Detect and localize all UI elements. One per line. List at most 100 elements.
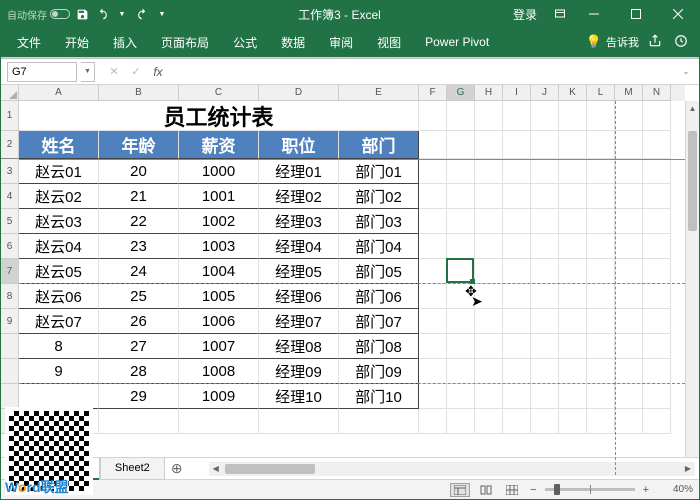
maximize-button[interactable] [615, 1, 657, 27]
cell[interactable] [475, 184, 503, 209]
table-header[interactable]: 职位 [259, 131, 339, 159]
table-cell[interactable]: 赵云02 [19, 184, 99, 209]
table-cell[interactable]: 经理03 [259, 209, 339, 234]
table-cell[interactable]: 1002 [179, 209, 259, 234]
cell[interactable] [419, 359, 447, 384]
cell[interactable] [179, 409, 259, 434]
name-box[interactable]: G7 [7, 62, 77, 82]
table-cell[interactable]: 25 [99, 284, 179, 309]
cell[interactable] [419, 209, 447, 234]
cell[interactable] [587, 309, 615, 334]
scroll-thumb[interactable] [688, 131, 697, 231]
cell[interactable] [531, 131, 559, 159]
table-cell[interactable]: 赵云05 [19, 259, 99, 284]
horizontal-scrollbar[interactable]: ◀ ▶ [209, 462, 695, 476]
cell[interactable] [615, 209, 643, 234]
table-cell[interactable]: 部门07 [339, 309, 419, 334]
tab-开始[interactable]: 开始 [53, 27, 101, 57]
table-cell[interactable]: 部门10 [339, 384, 419, 409]
table-cell[interactable]: 1008 [179, 359, 259, 384]
cell[interactable] [419, 131, 447, 159]
cell[interactable] [419, 159, 447, 184]
cell[interactable] [587, 334, 615, 359]
table-cell[interactable]: 22 [99, 209, 179, 234]
cell[interactable] [503, 259, 531, 284]
save-icon[interactable] [74, 6, 90, 22]
fx-icon[interactable]: fx [147, 65, 169, 79]
cell[interactable] [503, 359, 531, 384]
cell[interactable] [615, 384, 643, 409]
cell[interactable] [643, 159, 671, 184]
cell[interactable] [559, 259, 587, 284]
col-header-F[interactable]: F [419, 85, 447, 101]
cell[interactable] [503, 409, 531, 434]
col-header-I[interactable]: I [503, 85, 531, 101]
table-cell[interactable]: 1007 [179, 334, 259, 359]
history-icon[interactable] [671, 34, 691, 51]
cell[interactable] [503, 234, 531, 259]
table-cell[interactable]: 经理10 [259, 384, 339, 409]
login-button[interactable]: 登录 [503, 6, 547, 23]
cell[interactable] [615, 259, 643, 284]
cell[interactable] [475, 384, 503, 409]
cell[interactable] [419, 234, 447, 259]
cell[interactable] [419, 284, 447, 309]
cell[interactable] [615, 284, 643, 309]
table-cell[interactable]: 部门03 [339, 209, 419, 234]
cell[interactable] [447, 159, 475, 184]
undo-icon[interactable] [94, 6, 110, 22]
toggle-off-icon[interactable] [50, 9, 70, 19]
table-cell[interactable]: 29 [99, 384, 179, 409]
scroll-left-icon[interactable]: ◀ [209, 464, 223, 473]
cell[interactable] [559, 284, 587, 309]
table-cell[interactable]: 20 [99, 159, 179, 184]
select-all-corner[interactable] [1, 85, 19, 101]
cell[interactable] [475, 209, 503, 234]
cell[interactable] [531, 209, 559, 234]
cell[interactable] [447, 359, 475, 384]
cell[interactable] [615, 184, 643, 209]
ribbon-display-icon[interactable] [547, 8, 573, 20]
undo-dropdown-icon[interactable]: ▼ [114, 6, 130, 22]
table-cell[interactable]: 经理06 [259, 284, 339, 309]
cell[interactable] [587, 184, 615, 209]
cell[interactable] [559, 131, 587, 159]
cell[interactable] [587, 409, 615, 434]
cell[interactable] [419, 101, 447, 131]
cell[interactable] [559, 409, 587, 434]
cell[interactable] [559, 334, 587, 359]
cell[interactable] [559, 359, 587, 384]
col-header-M[interactable]: M [615, 85, 643, 101]
formula-cancel-icon[interactable]: ✕ [103, 62, 125, 82]
table-cell[interactable]: 经理02 [259, 184, 339, 209]
col-header-H[interactable]: H [475, 85, 503, 101]
tab-视图[interactable]: 视图 [365, 27, 413, 57]
cell[interactable] [447, 259, 475, 284]
cell[interactable] [419, 384, 447, 409]
table-cell[interactable]: 21 [99, 184, 179, 209]
cell[interactable] [587, 359, 615, 384]
redo-icon[interactable] [134, 6, 150, 22]
table-cell[interactable]: 27 [99, 334, 179, 359]
cell[interactable] [587, 131, 615, 159]
scroll-right-icon[interactable]: ▶ [681, 464, 695, 473]
cell[interactable] [643, 184, 671, 209]
cell[interactable] [643, 409, 671, 434]
table-cell[interactable]: 部门01 [339, 159, 419, 184]
name-box-dropdown-icon[interactable]: ▼ [81, 62, 95, 82]
cell[interactable] [531, 284, 559, 309]
row-header[interactable]: 8 [1, 284, 19, 309]
cell[interactable] [587, 159, 615, 184]
table-cell[interactable] [19, 384, 99, 409]
cell[interactable] [531, 334, 559, 359]
cell[interactable] [587, 284, 615, 309]
formula-input[interactable] [173, 62, 675, 82]
view-page-layout-icon[interactable] [476, 483, 496, 497]
cell[interactable] [475, 259, 503, 284]
cell[interactable] [559, 234, 587, 259]
zoom-percent[interactable]: 40% [657, 484, 693, 495]
col-header-L[interactable]: L [587, 85, 615, 101]
table-cell[interactable]: 部门08 [339, 334, 419, 359]
view-page-break-icon[interactable] [502, 483, 522, 497]
cell[interactable] [475, 334, 503, 359]
